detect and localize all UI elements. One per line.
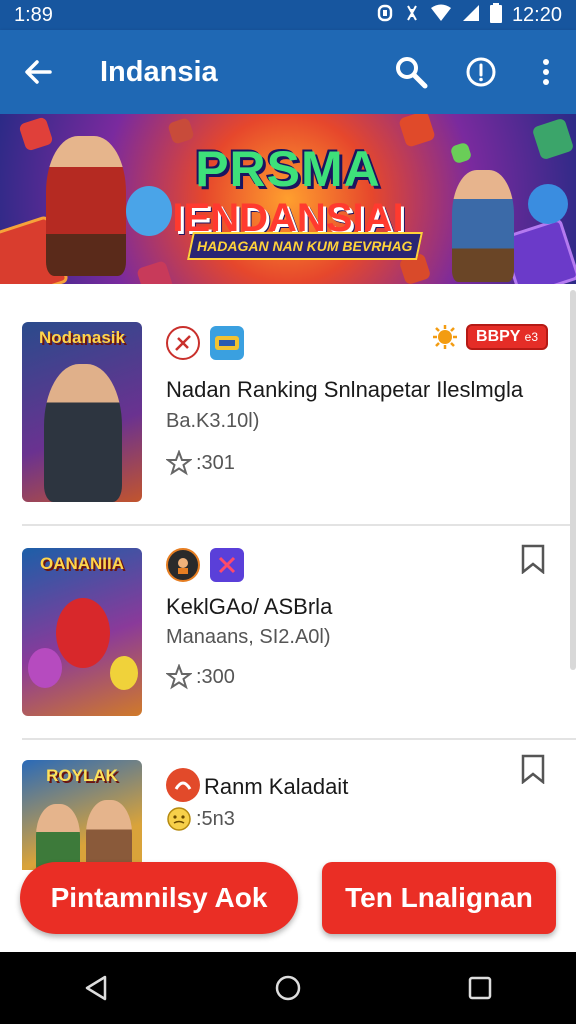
- publisher-logo: [166, 326, 200, 360]
- publisher-logo: [166, 768, 200, 802]
- info-button[interactable]: [446, 30, 516, 114]
- thumbnail-character: [44, 364, 122, 502]
- bookmark-icon: [521, 754, 545, 785]
- primary-action-button[interactable]: Pintamnilsy Aok: [20, 862, 298, 934]
- status-clock: 12:20: [511, 3, 562, 26]
- scroll-edge-handle[interactable]: [570, 290, 576, 670]
- list-item[interactable]: ROYLAK Ranm Kaladait :5n3: [0, 740, 576, 870]
- item-subtitle: Manaans, SI2.A0l): [166, 626, 331, 648]
- item-rating: :301: [166, 450, 235, 476]
- more-options-button[interactable]: [516, 30, 576, 114]
- status-bar: 1:89 12:20: [0, 0, 576, 30]
- thumbnail-character: [86, 800, 132, 870]
- emoji-rating-icon: [167, 807, 191, 831]
- item-name: KeklGAo/ ASBrla: [166, 594, 333, 619]
- battery-icon: [489, 2, 502, 28]
- system-nav-bar: [0, 952, 576, 1024]
- bookmark-button[interactable]: [520, 544, 546, 575]
- banner-cube-decoration: [136, 260, 174, 284]
- back-arrow-icon: [25, 60, 52, 84]
- game-thumbnail: OANANIIA: [22, 548, 142, 716]
- thumbnail-character: [36, 804, 80, 870]
- sun-badge-icon: [433, 325, 458, 349]
- game-badge-icon: [210, 326, 244, 360]
- bookmark-button[interactable]: [520, 754, 546, 785]
- info-icon: [466, 57, 496, 87]
- thumbnail-character: [110, 656, 138, 690]
- search-icon: [396, 57, 428, 89]
- page-title: Indansia: [100, 55, 218, 88]
- item-rating: :300: [166, 664, 235, 690]
- thumbnail-title: Nodanasik: [39, 328, 125, 347]
- star-icon: [166, 664, 192, 690]
- nav-back-icon: [85, 975, 107, 1001]
- promo-banner[interactable]: PRSMA IENDANSIAI HADAGAN NAN KUM BEVRHAG: [0, 114, 576, 284]
- bookmark-icon: [521, 544, 545, 575]
- thumbnail-title: OANANIIA: [39, 554, 125, 573]
- list-item[interactable]: OANANIIA KeklGAo/ ASBrla Manaans, SI2.A0…: [0, 526, 576, 738]
- nav-home-button[interactable]: [258, 958, 318, 1018]
- vibrate-icon: [404, 4, 420, 27]
- nav-recents-button[interactable]: [450, 958, 510, 1018]
- banner-tagline: HADAGAN NAN KUM BEVRHAG: [187, 232, 423, 260]
- signal-icon: [462, 4, 480, 27]
- more-vert-icon: [543, 59, 549, 85]
- back-button[interactable]: [0, 30, 76, 114]
- thumbnail-character: [56, 598, 110, 668]
- thumbnail-title: ROYLAK: [46, 766, 118, 785]
- item-subtitle: Ba.K3.10l): [166, 410, 260, 432]
- promo-tag: BBPY e3: [466, 324, 548, 350]
- item-name: Ranm Kaladait: [204, 774, 349, 799]
- game-thumbnail: ROYLAK: [22, 760, 142, 870]
- wifi-icon: [430, 4, 452, 27]
- nav-home-icon: [275, 975, 301, 1001]
- nav-recents-icon: [468, 976, 492, 1000]
- banner-title-line1: PRSMA: [195, 141, 381, 197]
- star-icon: [166, 450, 192, 476]
- search-button[interactable]: [376, 30, 446, 114]
- game-thumbnail: Nodanasik: [22, 322, 142, 502]
- thumbnail-character: [28, 648, 62, 688]
- game-badge-icon: [210, 548, 244, 582]
- nav-back-button[interactable]: [66, 958, 126, 1018]
- publisher-logo: [166, 548, 200, 582]
- app-bar: Indansia: [0, 30, 576, 114]
- alarm-icon: [376, 4, 394, 27]
- item-name: Nadan Ranking Snlnapetar Ileslmgla: [166, 377, 524, 402]
- secondary-action-button[interactable]: Ten Lnalignan: [322, 862, 556, 934]
- status-time: 1:89: [14, 3, 53, 26]
- list-item[interactable]: Nodanasik BBPY e3 Nadan Ranking Snlnapet…: [0, 284, 576, 524]
- item-rating: :5n3: [166, 806, 235, 832]
